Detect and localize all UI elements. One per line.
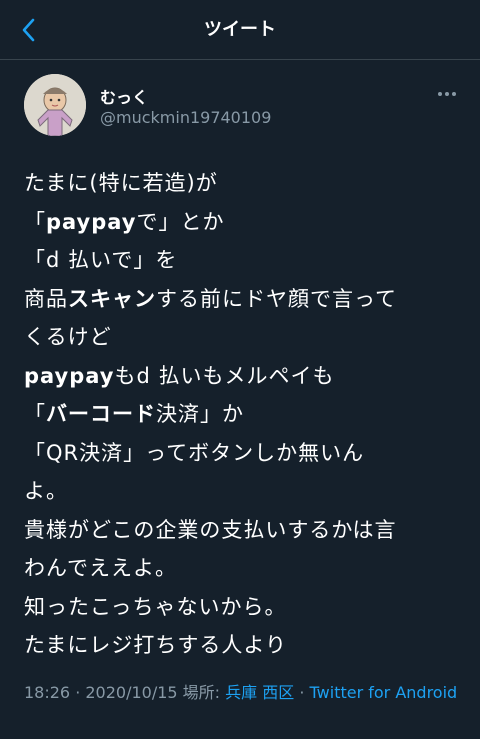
tweet-text-segment: 「d 払いで」を <box>24 248 178 272</box>
tweet-text-segment: 決済」か <box>156 402 244 426</box>
tweet-bold-text: paypay <box>24 363 115 388</box>
tweet-line: 「d 払いで」を <box>24 241 464 280</box>
tweet-line: 「QR決済」ってボタンしか無いん <box>24 434 464 473</box>
tweet-date[interactable]: 2020/10/15 <box>85 683 177 702</box>
tweet-text-segment: 知ったこっちゃないから。 <box>24 594 287 619</box>
location-label: 場所: <box>177 683 226 702</box>
tweet-line: 貴様がどこの企業の支払いするかは言 <box>24 511 464 550</box>
location-link[interactable]: 兵庫 西区 <box>225 683 294 702</box>
tweet-text-segment: よ。 <box>24 479 68 503</box>
tweet-line: 「バーコード決済」か <box>24 395 464 434</box>
tweet-bold-text: バーコード <box>46 402 156 426</box>
tweet-text: たまに(特に若造)が 「paypayで」とか 「d 払いで」を 商品スキャンする前にド… <box>24 164 464 665</box>
tweet-text-segment: もd 払いもメルペイも <box>114 363 335 388</box>
handle[interactable]: @muckmin19740109 <box>100 108 271 127</box>
tweet-line: たまに(特に若造)が <box>24 164 464 203</box>
tweet-text-segment: くるけど <box>24 325 112 349</box>
tweet-text-segment: 貴様がどこの企業の支払いするかは言 <box>24 517 397 542</box>
tweet-bold-text: スキャン <box>68 286 156 311</box>
tweet-line: くるけど <box>24 318 464 357</box>
tweet-line: たまにレジ打ちする人より <box>24 626 464 665</box>
tweet-text-segment: たまにレジ打ちする人より <box>24 633 287 657</box>
more-button[interactable] <box>432 82 462 106</box>
display-name[interactable]: むっく <box>100 84 148 108</box>
tweet-text-segment: 商品 <box>24 286 68 311</box>
tweet-text-segment: 「 <box>24 402 46 426</box>
tweet-text-segment: わんでええよ。 <box>24 556 177 580</box>
tweet-line: 商品スキャンする前にドヤ顔で言って <box>24 280 464 319</box>
source-link[interactable]: Twitter for Android <box>310 683 458 702</box>
tweet-text-segment: 「 <box>24 209 46 234</box>
tweet-line: 知ったこっちゃないから。 <box>24 588 464 627</box>
drawn-portrait-avatar <box>24 74 86 136</box>
tweet-time[interactable]: 18:26 <box>24 683 70 702</box>
tweet-text-segment: 「QR決済」ってボタンしか無いん <box>24 440 365 465</box>
tweet-line: 「paypayで」とか <box>24 203 464 242</box>
tweet-line: わんでええよ。 <box>24 549 464 588</box>
tweet-line: よ。 <box>24 472 464 511</box>
meta-separator: · <box>70 683 86 702</box>
tweet-bold-text: paypay <box>46 209 137 234</box>
tweet-text-segment: たまに(特に若造)が <box>24 171 218 195</box>
meta-separator: · <box>294 683 310 702</box>
tweet-text-segment: する前にドヤ顔で言って <box>156 286 397 311</box>
tweet-text-segment: で」とか <box>136 209 225 234</box>
page-title: ツイート <box>204 19 276 40</box>
avatar[interactable] <box>24 74 86 136</box>
tweet-line: paypayもd 払いもメルペイも <box>24 357 464 396</box>
more-dots-icon <box>438 92 456 96</box>
top-bar: ツイート <box>0 0 480 60</box>
tweet-meta: 18:26 · 2020/10/15 場所: 兵庫 西区 · Twitter f… <box>24 678 464 708</box>
